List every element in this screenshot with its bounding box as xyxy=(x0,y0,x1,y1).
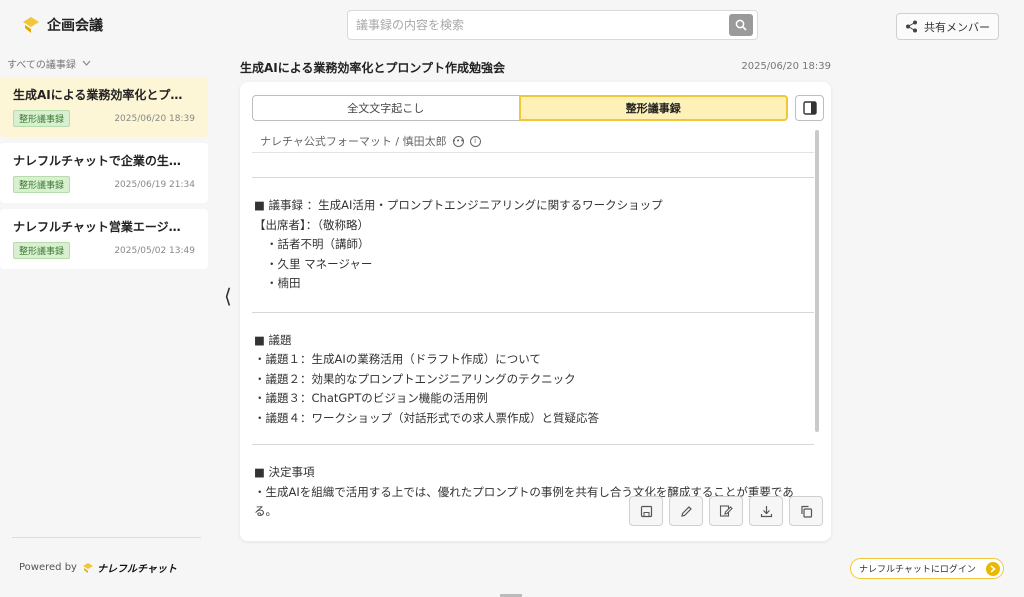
sidebar: すべての議事録 生成AIによる業務効率化とプ… 整形議事録 2025/06/20… xyxy=(0,52,208,275)
edit-icon xyxy=(680,505,692,517)
record-title: 生成AIによる業務効率化とプ… xyxy=(13,88,183,102)
search-icon xyxy=(735,19,747,31)
view-tabs: 全文文字起こし 整形議事録 xyxy=(252,95,788,121)
powered-by-label: Powered by xyxy=(19,562,77,573)
record-badge: 整形議事録 xyxy=(13,242,71,259)
logo-icon xyxy=(23,17,39,33)
chevron-down-icon xyxy=(82,60,91,66)
copy-button[interactable] xyxy=(789,496,823,526)
share-label: 共有メンバー xyxy=(924,20,990,34)
record-item[interactable]: ナレフルチャット営業エージ… 整形議事録 2025/05/02 13:49 xyxy=(0,209,208,269)
agenda-item: ・議題２：効果的なプロンプトエンジニアリングのテクニック xyxy=(254,371,576,386)
format-info: ナレチャ公式フォーマット / 慎田太郎 ••• i xyxy=(252,130,814,153)
edit-note-button[interactable] xyxy=(709,496,743,526)
record-item[interactable]: 生成AIによる業務効率化とプ… 整形議事録 2025/06/20 18:39 xyxy=(0,77,208,137)
powered-by: Powered by ナレフルチャット xyxy=(19,560,177,575)
collapse-sidebar-icon[interactable]: ⟨ xyxy=(224,284,232,308)
brand-name: ナレフルチャット xyxy=(96,564,177,575)
share-members-button[interactable]: 共有メンバー xyxy=(896,13,999,40)
search-input[interactable] xyxy=(348,11,729,39)
attendee-item: ・話者不明（講師） xyxy=(266,237,370,251)
record-title: ナレフルチャット営業エージ… xyxy=(13,220,181,234)
record-list: 生成AIによる業務効率化とプ… 整形議事録 2025/06/20 18:39 ナ… xyxy=(0,77,208,269)
minutes-content[interactable]: ナレチャ公式フォーマット / 慎田太郎 ••• i ■ 議事録 ：生成AI活用・… xyxy=(252,130,814,530)
login-label: ナレフルチャットにログイン xyxy=(859,565,976,575)
login-link[interactable]: ナレフルチャットにログイン xyxy=(850,558,1004,579)
agenda-item: ・議題３：ChatGPTのビジョン機能の活用例 xyxy=(254,391,488,405)
content-scrollbar[interactable] xyxy=(815,130,819,432)
copy-icon xyxy=(800,505,812,518)
section-heading: ■ 決定事項 xyxy=(254,465,315,479)
brand-logo-icon xyxy=(82,562,93,573)
app-logo[interactable]: 企画会議 xyxy=(22,15,103,35)
share-icon xyxy=(906,20,917,33)
page-title: 生成AIによる業務効率化とプロンプト作成勉強会 xyxy=(240,61,506,75)
app-title: 企画会議 xyxy=(47,18,103,34)
attendees-label: 【出席者】：（敬称略） xyxy=(254,217,369,232)
meeting-date: 2025/06/20 18:39 xyxy=(741,61,831,72)
record-date: 2025/06/19 21:34 xyxy=(114,179,195,190)
record-filter-dropdown[interactable]: すべての議事録 xyxy=(7,55,208,71)
agenda-item: ・議題１：生成AIの業務活用（ドラフト作成）について xyxy=(254,352,541,366)
minutes-section: ■ 議事録 ：生成AI活用・プロンプトエンジニアリングに関するワークショップ 【… xyxy=(252,196,814,294)
section-heading: ■ 議題 xyxy=(254,332,292,347)
download-button[interactable] xyxy=(749,496,783,526)
edit-button[interactable] xyxy=(669,496,703,526)
section-heading: ■ 議事録 ：生成AI活用・プロンプトエンジニアリングに関するワークショップ xyxy=(254,198,663,212)
layout-toggle-icon xyxy=(802,101,817,115)
sidebar-divider xyxy=(12,537,201,538)
save-icon xyxy=(640,505,652,517)
attendee-item: ・楠田 xyxy=(266,276,301,290)
record-date: 2025/06/20 18:39 xyxy=(114,113,195,124)
search-bar xyxy=(347,10,758,40)
minutes-section: ■ 議題 ・議題１：生成AIの業務活用（ドラフト作成）について ・議題２：効果的… xyxy=(252,331,814,429)
more-icon[interactable]: ••• xyxy=(452,135,464,147)
attendee-item: ・久里 マネージャー xyxy=(266,256,373,271)
action-toolbar xyxy=(629,496,823,526)
arrow-right-icon xyxy=(986,561,1000,576)
filter-label: すべての議事録 xyxy=(7,59,76,71)
record-date: 2025/05/02 13:49 xyxy=(114,245,195,256)
tab-formatted[interactable]: 整形議事録 xyxy=(518,95,788,121)
search-button[interactable] xyxy=(729,14,753,36)
download-icon xyxy=(760,505,772,517)
save-button[interactable] xyxy=(629,496,663,526)
info-icon[interactable]: i xyxy=(469,135,481,147)
tab-transcript[interactable]: 全文文字起こし xyxy=(252,95,519,121)
format-label: ナレチャ公式フォーマット / 慎田太郎 xyxy=(260,135,447,148)
minutes-card: 全文文字起こし 整形議事録 ナレチャ公式フォーマット / 慎田太郎 ••• i … xyxy=(240,82,831,541)
agenda-item: ・議題４：ワークショップ（対話形式での求人票作成）と質疑応答 xyxy=(254,410,599,425)
layout-toggle-button[interactable] xyxy=(795,95,824,121)
record-item[interactable]: ナレフルチャットで企業の生… 整形議事録 2025/06/19 21:34 xyxy=(0,143,208,203)
brand-logo[interactable]: ナレフルチャット xyxy=(82,560,177,575)
record-badge: 整形議事録 xyxy=(13,110,71,127)
record-badge: 整形議事録 xyxy=(13,176,71,193)
record-title: ナレフルチャットで企業の生… xyxy=(13,154,181,168)
edit-note-icon xyxy=(719,505,733,517)
